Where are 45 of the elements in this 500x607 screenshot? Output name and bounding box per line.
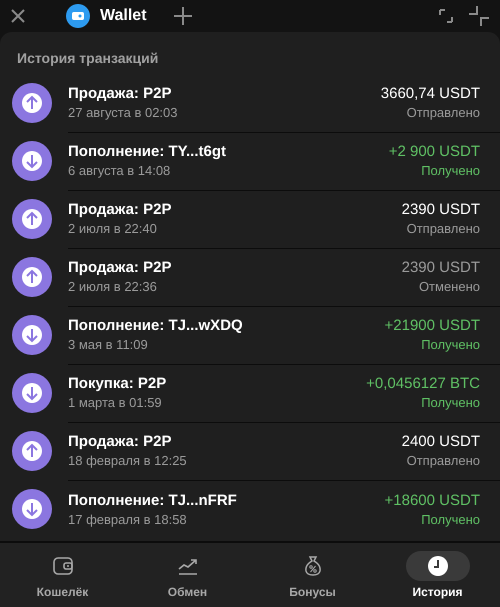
- transaction-date: 6 августа в 14:08: [68, 163, 172, 178]
- window-tab[interactable]: Wallet: [54, 0, 159, 32]
- transaction-status: Отправлено: [406, 221, 480, 236]
- transaction-title: Пополнение: TY...t6gt: [68, 143, 226, 160]
- transaction-amount: 2390 USDT: [402, 201, 480, 218]
- transaction-status: Получено: [421, 395, 480, 410]
- transaction-date: 18 февраля в 12:25: [68, 453, 187, 468]
- plus-icon[interactable]: [172, 6, 193, 26]
- nav-tab[interactable]: Кошелёк: [12, 551, 112, 599]
- transaction-status: Отправлено: [406, 105, 480, 120]
- wallet-logo-icon: [66, 4, 90, 28]
- wallet-icon: [50, 554, 74, 578]
- transaction-title: Пополнение: TJ...wXDQ: [68, 317, 243, 334]
- transaction-status: Получено: [421, 337, 480, 352]
- transaction-date: 17 февраля в 18:58: [68, 512, 188, 526]
- transaction-date: 1 марта в 01:59: [68, 395, 163, 410]
- transaction-amount: +21900 USDT: [384, 317, 480, 334]
- transaction-amount: +18600 USDT: [384, 492, 480, 508]
- transaction-title: Пополнение: TJ...nFRF: [68, 492, 237, 508]
- transaction-date: 27 августа в 02:03: [68, 105, 178, 120]
- clock-icon: [426, 554, 450, 578]
- transaction-title: Продажа: P2P: [68, 201, 172, 218]
- transaction-amount: +2 900 USDT: [388, 143, 480, 160]
- close-icon[interactable]: [10, 8, 26, 24]
- transaction-status: Получено: [421, 163, 480, 178]
- transaction-date: 2 июля в 22:36: [68, 279, 158, 294]
- nav-tab[interactable]: Бонусы: [262, 551, 362, 599]
- transaction-date: 2 июля в 22:40: [68, 221, 158, 236]
- transaction-amount: +0,0456127 BTC: [366, 375, 480, 392]
- section-title: История транзакций: [16, 50, 160, 68]
- transaction-title: Продажа: P2P: [68, 433, 172, 450]
- transaction-amount: 2390 USDT: [402, 259, 480, 276]
- nav-tab[interactable]: Обмен: [138, 551, 238, 599]
- transaction-date: 3 мая в 11:09: [68, 337, 149, 352]
- transaction-status: Получено: [421, 512, 480, 526]
- nav-tab[interactable]: История: [388, 551, 488, 599]
- transaction-title: Продажа: P2P: [68, 259, 172, 276]
- expand-icon[interactable]: [438, 8, 454, 24]
- collapse-icon[interactable]: [468, 5, 490, 27]
- transaction-amount: 3660,74 USDT: [380, 85, 480, 102]
- transaction-title: Продажа: P2P: [68, 85, 172, 102]
- transaction-status: Отправлено: [406, 453, 480, 468]
- transaction-amount: 2400 USDT: [402, 433, 480, 450]
- transaction-title: Покупка: P2P: [68, 375, 166, 392]
- transaction-status: Отменено: [418, 279, 480, 294]
